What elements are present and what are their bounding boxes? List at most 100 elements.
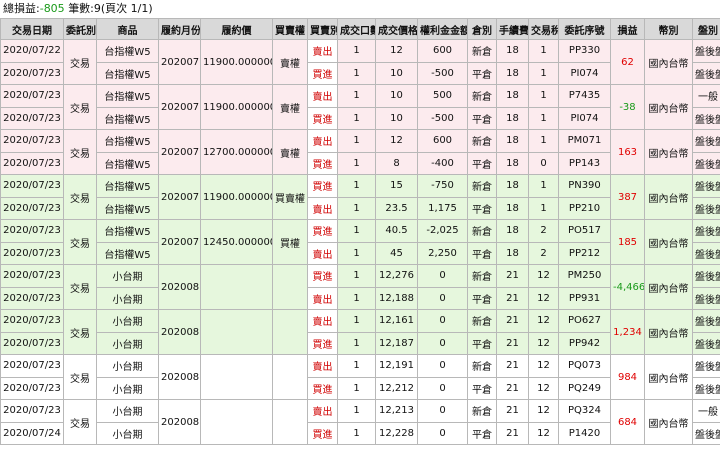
fee-cell: 21 bbox=[496, 421, 529, 445]
column-header[interactable]: 損益 bbox=[610, 18, 645, 40]
tax-cell: 1 bbox=[528, 129, 559, 153]
order-number-cell: PP212 bbox=[558, 241, 611, 265]
order-number-cell: PP931 bbox=[558, 286, 611, 310]
session-cell: 盤後盤 bbox=[692, 376, 720, 400]
order-number-cell: PO627 bbox=[558, 309, 611, 333]
trade-date-cell: 2020/07/23 bbox=[0, 286, 64, 310]
buy-sell-cell: 買進 bbox=[307, 331, 338, 355]
total-pl-value: -805 bbox=[39, 2, 65, 15]
strike-price-cell: 11900.000000 bbox=[200, 174, 273, 220]
product-cell: 小台期 bbox=[96, 331, 159, 355]
column-header[interactable]: 履約價 bbox=[200, 18, 273, 40]
trade-price-cell: 10 bbox=[375, 106, 418, 130]
table-row[interactable]: 2020/07/23 交易 小台期 202008 賣出 1 12,191 0 新倉 21 12 PQ0… bbox=[0, 354, 720, 400]
column-header[interactable]: 商品 bbox=[96, 18, 159, 40]
position-type-cell: 平倉 bbox=[467, 241, 497, 265]
profit-loss-cell: 1,234 bbox=[610, 309, 645, 355]
currency-cell: 國內台幣 bbox=[644, 354, 693, 400]
position-type-cell: 新倉 bbox=[467, 399, 497, 423]
trade-date-cell: 2020/07/23 bbox=[0, 219, 64, 243]
column-header[interactable]: 倉別 bbox=[467, 18, 497, 40]
quantity-cell: 1 bbox=[337, 399, 376, 423]
tax-cell: 12 bbox=[528, 399, 559, 423]
fee-cell: 21 bbox=[496, 309, 529, 333]
table-row[interactable]: 2020/07/23 交易 小台期 202008 買進 1 12,276 0 新倉 21 12 PM2… bbox=[0, 264, 720, 310]
order-number-cell: PN390 bbox=[558, 174, 611, 198]
currency-cell: 國內台幣 bbox=[644, 399, 693, 445]
column-header[interactable]: 交易稅 bbox=[528, 18, 559, 40]
quantity-cell: 1 bbox=[337, 61, 376, 85]
tax-cell: 2 bbox=[528, 219, 559, 243]
column-header[interactable]: 幣別 bbox=[644, 18, 693, 40]
fee-cell: 18 bbox=[496, 84, 529, 108]
trade-price-cell: 12 bbox=[375, 39, 418, 63]
table-row[interactable]: 2020/07/23 交易 小台期 202008 賣出 1 12,161 0 新倉 21 12 PO6… bbox=[0, 309, 720, 355]
session-cell: 盤後盤 bbox=[692, 39, 720, 63]
total-pl-label: 總損益: bbox=[3, 2, 40, 15]
premium-amount-cell: 0 bbox=[417, 421, 468, 445]
column-header[interactable]: 委託序號 bbox=[558, 18, 611, 40]
premium-amount-cell: 0 bbox=[417, 399, 468, 423]
order-number-cell: PP143 bbox=[558, 151, 611, 175]
table-row[interactable]: 2020/07/23 交易 小台期 202008 賣出 1 12,213 0 新倉 21 12 PQ3… bbox=[0, 399, 720, 445]
buy-sell-cell: 賣出 bbox=[307, 286, 338, 310]
premium-amount-cell: 0 bbox=[417, 354, 468, 378]
table-row[interactable]: 2020/07/23 交易 台指權W5 202007 12450.000000 買權 買進 1… bbox=[0, 219, 720, 265]
column-header[interactable]: 買賣權 bbox=[272, 18, 308, 40]
buy-sell-cell: 賣出 bbox=[307, 241, 338, 265]
trade-date-cell: 2020/07/22 bbox=[0, 39, 64, 63]
trade-price-cell: 12,161 bbox=[375, 309, 418, 333]
call-put-cell bbox=[272, 309, 308, 355]
buy-sell-cell: 買進 bbox=[307, 376, 338, 400]
position-type-cell: 平倉 bbox=[467, 421, 497, 445]
column-header[interactable]: 盤別 bbox=[692, 18, 720, 40]
tax-cell: 12 bbox=[528, 421, 559, 445]
quantity-cell: 1 bbox=[337, 309, 376, 333]
order-number-cell: PO517 bbox=[558, 219, 611, 243]
table-row[interactable]: 2020/07/23 交易 台指權W5 202007 12700.000000 賣權 賣出 1… bbox=[0, 129, 720, 175]
session-cell: 盤後盤 bbox=[692, 421, 720, 445]
quantity-cell: 1 bbox=[337, 219, 376, 243]
trade-date-cell: 2020/07/23 bbox=[0, 399, 64, 423]
column-header[interactable]: 買賣別 bbox=[307, 18, 338, 40]
profit-loss-cell: 185 bbox=[610, 219, 645, 265]
strike-price-cell bbox=[200, 309, 273, 355]
product-cell: 小台期 bbox=[96, 264, 159, 288]
currency-cell: 國內台幣 bbox=[644, 219, 693, 265]
table-row[interactable]: 2020/07/23 交易 台指權W5 202007 11900.000000 賣權 賣出 1… bbox=[0, 84, 720, 130]
trade-price-cell: 12,213 bbox=[375, 399, 418, 423]
tax-cell: 2 bbox=[528, 241, 559, 265]
buy-sell-cell: 買進 bbox=[307, 61, 338, 85]
column-header[interactable]: 權利金金額 bbox=[417, 18, 468, 40]
record-count: 筆數:9(頁次 1/1) bbox=[68, 2, 153, 15]
premium-amount-cell: 600 bbox=[417, 39, 468, 63]
tax-cell: 0 bbox=[528, 151, 559, 175]
table-row[interactable]: 2020/07/22 交易 台指權W5 202007 11900.000000 賣權 賣出 1… bbox=[0, 39, 720, 85]
trade-date-cell: 2020/07/23 bbox=[0, 151, 64, 175]
contract-month-cell: 202007 bbox=[158, 39, 201, 85]
column-header[interactable]: 手續費 bbox=[496, 18, 529, 40]
position-type-cell: 新倉 bbox=[467, 219, 497, 243]
trade-price-cell: 12 bbox=[375, 129, 418, 153]
column-header[interactable]: 履約月份 bbox=[158, 18, 201, 40]
product-cell: 台指權W5 bbox=[96, 151, 159, 175]
summary-bar: 總損益:-805 筆數:9(頁次 1/1) bbox=[0, 0, 720, 18]
trade-rows: 2020/07/22 交易 台指權W5 202007 11900.000000 賣權 賣出 1… bbox=[0, 39, 720, 445]
position-type-cell: 新倉 bbox=[467, 174, 497, 198]
strike-price-cell bbox=[200, 354, 273, 400]
quantity-cell: 1 bbox=[337, 129, 376, 153]
order-number-cell: PI074 bbox=[558, 106, 611, 130]
quantity-cell: 1 bbox=[337, 331, 376, 355]
column-header[interactable]: 成交口數 bbox=[337, 18, 376, 40]
trade-date-cell: 2020/07/23 bbox=[0, 196, 64, 220]
buy-sell-cell: 賣出 bbox=[307, 399, 338, 423]
column-header[interactable]: 交易日期 bbox=[0, 18, 64, 40]
table-row[interactable]: 2020/07/23 交易 台指權W5 202007 11900.000000 買賣權 買進… bbox=[0, 174, 720, 220]
quantity-cell: 1 bbox=[337, 84, 376, 108]
order-number-cell: PP330 bbox=[558, 39, 611, 63]
trade-table: 交易日期委託別商品履約月份履約價買賣權買賣別成交口數成交價格權利金金額倉別手續費… bbox=[0, 18, 720, 445]
buy-sell-cell: 賣出 bbox=[307, 354, 338, 378]
column-header[interactable]: 委託別 bbox=[63, 18, 97, 40]
session-cell: 盤後盤 bbox=[692, 241, 720, 265]
column-header[interactable]: 成交價格 bbox=[375, 18, 418, 40]
